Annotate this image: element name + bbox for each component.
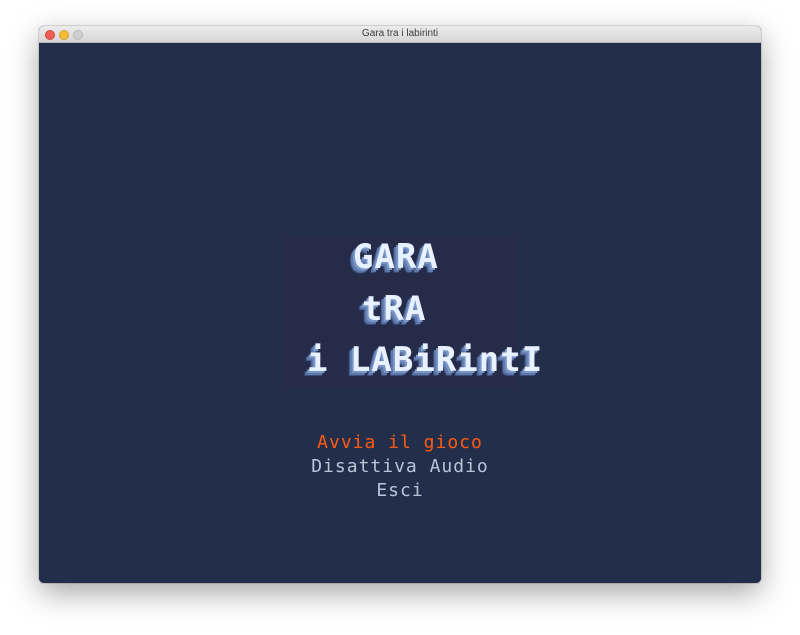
app-window: Gara tra i labirinti GARA tRA i LABiRint… [39, 26, 761, 583]
menu-item-quit[interactable]: Esci [39, 479, 761, 503]
main-menu: Avvia il gioco Disattiva Audio Esci [39, 431, 761, 503]
logo-line-1: GARA [353, 237, 439, 277]
title-bar[interactable]: Gara tra i labirinti [39, 26, 761, 43]
menu-item-start-game[interactable]: Avvia il gioco [39, 431, 761, 455]
game-canvas[interactable]: GARA tRA i LABiRintI Avvia il gioco Disa… [39, 43, 761, 583]
window-title: Gara tra i labirinti [361, 28, 439, 39]
logo-line-3: i LABiRintI [307, 340, 544, 380]
game-logo: GARA tRA i LABiRintI [283, 236, 542, 388]
menu-item-toggle-audio[interactable]: Disattiva Audio [39, 455, 761, 479]
logo-line-2: tRA [362, 289, 427, 329]
